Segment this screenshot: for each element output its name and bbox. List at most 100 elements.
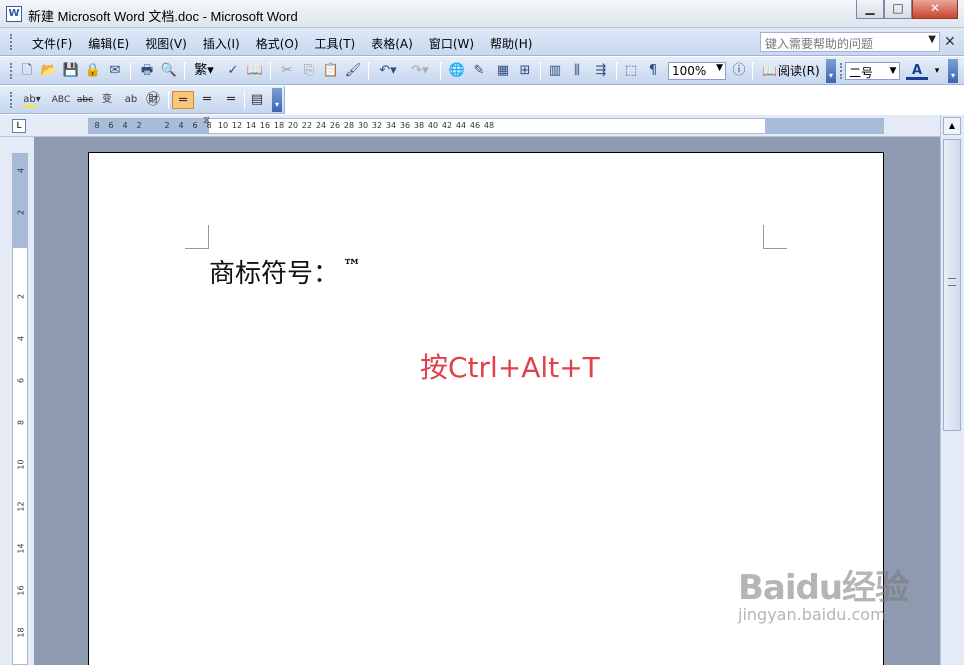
document-text-line[interactable]: 商标符号： ™ [209, 253, 361, 290]
toolbar-options-chevron[interactable]: ▾ [948, 59, 958, 83]
chevron-down-icon[interactable]: ▼ [884, 62, 902, 80]
columns-icon[interactable]: ▥ [546, 62, 564, 80]
toolbar-options-chevron[interactable]: ▾ [272, 88, 282, 112]
left-margin-zone [89, 119, 209, 133]
phonetic-guide-icon[interactable]: 变 [98, 91, 116, 109]
menu-table[interactable]: 表格(A) [363, 35, 421, 52]
paste-icon[interactable]: 📋 [322, 62, 340, 80]
font-color-button[interactable]: A [906, 62, 928, 80]
help-search-input[interactable]: 键入需要帮助的问题 ▼ [760, 32, 940, 52]
paragraph-icon[interactable]: ¶ [644, 62, 662, 80]
word-app-icon[interactable]: W [6, 6, 22, 22]
ruler-tick-label: 22 [301, 121, 313, 130]
maximize-button[interactable]: □ [884, 0, 912, 19]
undo-icon[interactable]: ↶▾ [374, 62, 402, 80]
character-spacing-icon[interactable]: ABC [50, 91, 72, 109]
line-spacing-single-icon[interactable]: ═ [172, 91, 194, 109]
combine-characters-icon[interactable]: ab [122, 91, 140, 109]
toolbar-separator [540, 62, 541, 80]
highlight-icon[interactable]: ab▾ [18, 91, 46, 109]
vertical-scrollbar[interactable]: ▲ [940, 115, 964, 665]
book-icon: 📖 [762, 64, 777, 78]
enclose-characters-icon[interactable]: ㊖ [144, 91, 162, 109]
tab-stop-selector[interactable]: L [12, 119, 26, 133]
text-columns-icon[interactable]: ▤ [248, 91, 266, 109]
toolbar-options-chevron[interactable]: ▾ [826, 59, 836, 83]
horizontal-ruler-area: L 8 6 4 2 2 4 6 8 10 12 14 16 18 20 22 24 26 28 30 32 34 36 38… [0, 115, 964, 137]
format-painter-icon[interactable]: 🖌 [344, 62, 362, 80]
close-document-icon[interactable]: ✕ [944, 34, 956, 50]
menu-file[interactable]: 文件(F) [24, 35, 80, 52]
toolbar-grip[interactable] [840, 63, 843, 79]
ruler-tick-label: 14 [16, 543, 26, 554]
toolbar-separator [130, 62, 131, 80]
traditional-chinese-button[interactable]: 繁▾ [190, 62, 218, 80]
scroll-thumb[interactable] [943, 139, 961, 431]
ruler-tick-label: 44 [455, 121, 467, 130]
ruler-tick-label: 12 [16, 501, 26, 512]
toolbar-separator [752, 62, 753, 80]
cut-icon[interactable]: ✂ [278, 62, 296, 80]
toolbar-grip[interactable] [10, 63, 13, 79]
baidu-watermark: Baidu经验 jingyan.baidu.com [738, 560, 909, 624]
new-document-icon[interactable]: 🗋 [18, 62, 36, 80]
chevron-down-icon[interactable]: ▾ [928, 62, 946, 80]
show-hide-icon[interactable]: ⬚ [622, 62, 640, 80]
menubar-grip[interactable] [10, 34, 13, 50]
scroll-up-arrow[interactable]: ▲ [943, 117, 961, 135]
watermark-url: jingyan.baidu.com [738, 605, 886, 624]
menu-insert[interactable]: 插入(I) [195, 35, 248, 52]
chevron-down-icon[interactable]: ▼ [716, 63, 723, 73]
menu-window[interactable]: 窗口(W) [421, 35, 482, 52]
ruler-tick-label: 10 [16, 459, 26, 470]
redo-icon[interactable]: ↷▾ [406, 62, 434, 80]
toolbar-grip[interactable] [10, 92, 13, 108]
hyperlink-icon[interactable]: 🌐 [448, 62, 466, 80]
toolbar-separator [244, 91, 245, 109]
indent-marker-icon[interactable]: ⧖ [203, 115, 213, 135]
research-icon[interactable]: 📖 [246, 62, 264, 80]
insert-table-icon[interactable]: ▦ [494, 62, 512, 80]
zoom-select[interactable]: 100% ▼ [668, 62, 726, 80]
chevron-down-icon[interactable]: ▼ [928, 34, 936, 45]
line-spacing-wide-icon[interactable]: ═ [220, 91, 242, 109]
read-mode-button[interactable]: 📖 阅读(R) [760, 62, 820, 80]
toolbar-separator [368, 62, 369, 80]
help-icon[interactable]: ⓘ [730, 62, 748, 80]
strikethrough-icon[interactable]: abc [74, 91, 96, 109]
insert-excel-icon[interactable]: ⊞ [516, 62, 534, 80]
menu-help[interactable]: 帮助(H) [482, 35, 540, 52]
ruler-tick-label: 2 [16, 209, 26, 216]
ruler-tick-label: 46 [469, 121, 481, 130]
ruler-tick-label: 2 [164, 121, 170, 130]
save-icon[interactable]: 💾 [62, 62, 80, 80]
tables-borders-icon[interactable]: ✎ [470, 62, 488, 80]
open-folder-icon[interactable]: 📂 [40, 62, 58, 80]
vertical-ruler-area: 422468101214161820 [0, 137, 34, 665]
spelling-icon[interactable]: ✓ [224, 62, 242, 80]
print-preview-icon[interactable]: 🔍 [160, 62, 178, 80]
vertical-ruler[interactable]: 422468101214161820 [12, 153, 28, 665]
toolbar-separator [270, 62, 271, 80]
email-icon[interactable]: ✉ [106, 62, 124, 80]
ruler-tick-label: 6 [16, 377, 26, 384]
line-spacing-double-icon[interactable]: ═ [196, 91, 218, 109]
print-icon[interactable]: 🖶 [138, 62, 156, 80]
trademark-symbol: ™ [343, 256, 362, 278]
copy-icon[interactable]: ⎘ [300, 62, 318, 80]
ruler-tick-label: 6 [108, 121, 114, 130]
menu-view[interactable]: 视图(V) [137, 35, 195, 52]
drawing-icon[interactable]: ⫼ [568, 62, 586, 80]
ruler-tick-label: 8 [94, 121, 100, 130]
ruler-tick-label: 2 [16, 293, 26, 300]
close-window-button[interactable]: ✕ [912, 0, 958, 19]
menu-edit[interactable]: 编辑(E) [80, 35, 137, 52]
font-size-value: 二号 [849, 66, 874, 80]
ruler-tick-label: 32 [371, 121, 383, 130]
permission-icon[interactable]: 🔒 [84, 62, 102, 80]
document-map-icon[interactable]: ⇶ [592, 62, 610, 80]
minimize-button[interactable]: ▁ [856, 0, 884, 19]
ruler-tick-label: 28 [343, 121, 355, 130]
menu-tools[interactable]: 工具(T) [307, 35, 364, 52]
menu-format[interactable]: 格式(O) [248, 35, 307, 52]
